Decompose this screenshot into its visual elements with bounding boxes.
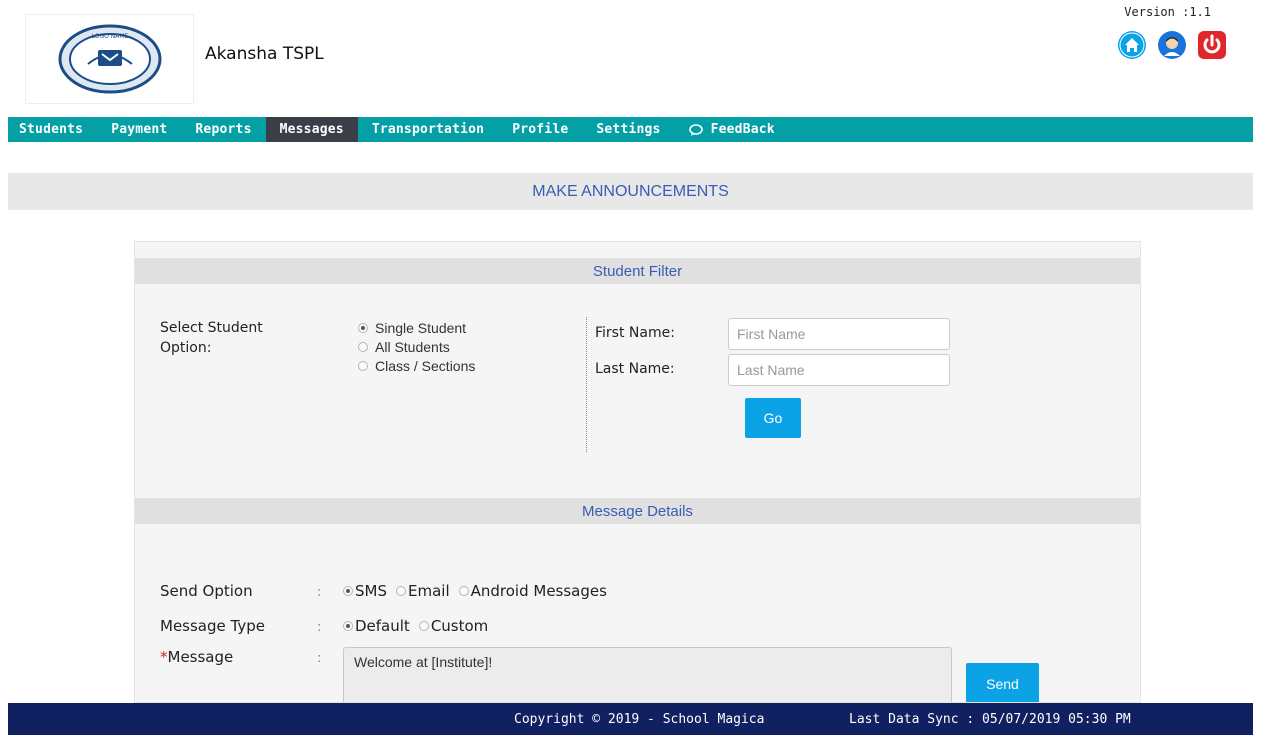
radio-single-student[interactable]: Single Student bbox=[358, 318, 475, 337]
nav-transportation[interactable]: Transportation bbox=[358, 117, 498, 142]
radio-custom[interactable]: Custom bbox=[418, 617, 489, 635]
radio-email[interactable]: Email bbox=[396, 582, 450, 600]
message-label: *Message bbox=[160, 648, 233, 666]
home-button[interactable] bbox=[1117, 30, 1147, 60]
first-name-input[interactable] bbox=[728, 318, 950, 350]
radio-android-messages-label: Android Messages bbox=[470, 582, 607, 600]
nav-reports[interactable]: Reports bbox=[181, 117, 265, 142]
logo-text: LOGO NAME bbox=[91, 33, 128, 40]
message-type-label: Message Type bbox=[160, 617, 265, 635]
radio-icon bbox=[343, 586, 353, 596]
radio-icon bbox=[343, 621, 353, 631]
message-label-text: Message bbox=[167, 648, 234, 666]
send-option-label: Send Option bbox=[160, 582, 253, 600]
main-nav: Students Payment Reports Messages Transp… bbox=[8, 117, 1253, 142]
message-details-heading: Message Details bbox=[135, 498, 1140, 524]
nav-settings[interactable]: Settings bbox=[582, 117, 674, 142]
logout-button[interactable] bbox=[1197, 30, 1227, 60]
student-option-group: Single Student All Students Class / Sect… bbox=[358, 318, 475, 375]
radio-icon bbox=[418, 621, 429, 631]
nav-students[interactable]: Students bbox=[8, 117, 97, 142]
radio-single-student-label: Single Student bbox=[375, 319, 467, 336]
last-sync-text: Last Data Sync : 05/07/2019 05:30 PM bbox=[849, 711, 1131, 727]
copyright-text: Copyright © 2019 - School Magica bbox=[514, 711, 765, 727]
radio-sms-label: SMS bbox=[355, 582, 387, 600]
page-title: MAKE ANNOUNCEMENTS bbox=[532, 182, 729, 200]
first-name-label: First Name: bbox=[595, 325, 675, 341]
radio-email-label: Email bbox=[408, 582, 450, 600]
last-name-label: Last Name: bbox=[595, 361, 675, 377]
radio-all-students-label: All Students bbox=[375, 338, 450, 355]
message-colon: : bbox=[317, 651, 322, 666]
nav-messages[interactable]: Messages bbox=[265, 117, 358, 142]
select-student-option-label: Select Student Option: bbox=[160, 320, 263, 356]
chat-icon bbox=[688, 123, 703, 136]
header-actions bbox=[1117, 30, 1227, 60]
radio-android-messages[interactable]: Android Messages bbox=[458, 582, 607, 600]
filter-divider bbox=[586, 317, 587, 452]
radio-all-students[interactable]: All Students bbox=[358, 337, 475, 356]
radio-icon bbox=[396, 586, 406, 596]
message-type-group: Default Custom bbox=[343, 617, 497, 635]
radio-icon bbox=[358, 341, 368, 352]
radio-sms[interactable]: SMS bbox=[343, 582, 387, 600]
logo-emblem-icon: LOGO NAME bbox=[58, 24, 161, 94]
message-textarea[interactable]: Welcome at [Institute]! bbox=[343, 647, 952, 702]
profile-button[interactable] bbox=[1157, 30, 1187, 60]
power-icon bbox=[1198, 31, 1226, 59]
home-icon bbox=[1118, 31, 1146, 59]
go-button[interactable]: Go bbox=[745, 398, 801, 438]
nav-payment[interactable]: Payment bbox=[97, 117, 181, 142]
version-label: Version :1.1 bbox=[1124, 5, 1211, 19]
radio-class-sections[interactable]: Class / Sections bbox=[358, 356, 475, 375]
nav-feedback-label: FeedBack bbox=[710, 122, 775, 137]
radio-default[interactable]: Default bbox=[343, 617, 410, 635]
app-header: LOGO NAME Akansha TSPL Version :1.1 bbox=[0, 0, 1261, 117]
message-type-colon: : bbox=[317, 620, 322, 635]
radio-class-sections-label: Class / Sections bbox=[375, 357, 476, 374]
user-icon bbox=[1158, 31, 1186, 59]
page-title-bar: MAKE ANNOUNCEMENTS bbox=[8, 173, 1253, 210]
radio-icon bbox=[458, 586, 469, 596]
radio-icon bbox=[358, 360, 368, 371]
required-mark: * bbox=[160, 648, 168, 666]
student-filter-heading: Student Filter bbox=[135, 258, 1140, 284]
radio-icon bbox=[358, 322, 368, 333]
last-name-input[interactable] bbox=[728, 354, 950, 386]
send-option-group: SMS Email Android Messages bbox=[343, 582, 616, 600]
send-option-colon: : bbox=[317, 585, 322, 600]
announcement-panel: Student Filter Select Student Option: Si… bbox=[134, 241, 1141, 703]
send-button[interactable]: Send bbox=[966, 663, 1039, 702]
app-footer: Copyright © 2019 - School Magica Last Da… bbox=[8, 703, 1253, 735]
radio-custom-label: Custom bbox=[430, 617, 489, 635]
radio-default-label: Default bbox=[355, 617, 410, 635]
nav-feedback[interactable]: FeedBack bbox=[675, 117, 789, 142]
logo[interactable]: LOGO NAME bbox=[25, 14, 194, 104]
app-name: Akansha TSPL bbox=[205, 44, 324, 64]
nav-profile[interactable]: Profile bbox=[498, 117, 582, 142]
